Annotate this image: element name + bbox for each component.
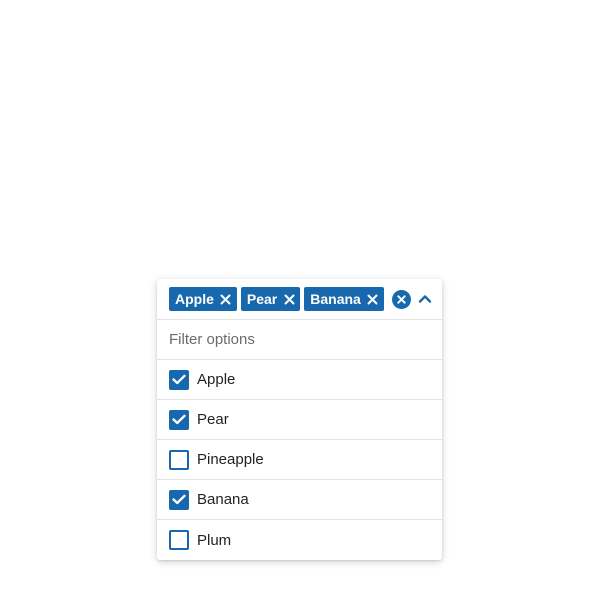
option-plum[interactable]: Plum: [157, 520, 442, 560]
check-icon: [172, 494, 186, 505]
option-label: Apple: [197, 371, 236, 388]
close-icon[interactable]: [282, 292, 296, 306]
filter-row: [157, 320, 442, 360]
option-label: Banana: [197, 491, 249, 508]
checkbox-checked[interactable]: [169, 409, 189, 430]
chip-apple: Apple: [169, 287, 237, 311]
chip-label: Pear: [246, 291, 278, 307]
option-label: Plum: [197, 531, 232, 549]
check-icon: [172, 414, 186, 425]
checkbox-unchecked[interactable]: [169, 530, 189, 550]
option-apple[interactable]: Apple: [157, 360, 442, 400]
option-banana[interactable]: Banana: [157, 480, 442, 520]
check-icon: [172, 374, 186, 385]
checkbox-unchecked[interactable]: [169, 449, 189, 470]
option-pineapple[interactable]: Pineapple: [157, 440, 442, 480]
close-icon[interactable]: [219, 292, 233, 306]
chevron-up-icon: [418, 295, 432, 303]
multiselect-control[interactable]: Apple Pear Banana: [157, 279, 442, 320]
option-pear[interactable]: Pear: [157, 400, 442, 440]
option-label: Pear: [197, 411, 229, 428]
filter-input[interactable]: [169, 331, 430, 348]
circle-close-icon: [391, 289, 411, 309]
close-icon[interactable]: [366, 292, 380, 306]
option-label: Pineapple: [197, 451, 264, 468]
chip-label: Banana: [310, 291, 361, 307]
chip-label: Apple: [175, 291, 214, 307]
checkbox-checked[interactable]: [169, 489, 189, 510]
clear-all-button[interactable]: [391, 289, 411, 309]
chip-banana: Banana: [304, 287, 384, 311]
toggle-dropdown-button[interactable]: [416, 289, 434, 309]
checkbox-checked[interactable]: [169, 369, 189, 390]
multiselect-dropdown: Apple Pear Banana Filter options Apple P…: [157, 279, 442, 560]
options-list: Apple Pear Pineapple Banana Plum: [157, 360, 442, 560]
chip-pear: Pear: [240, 287, 301, 311]
